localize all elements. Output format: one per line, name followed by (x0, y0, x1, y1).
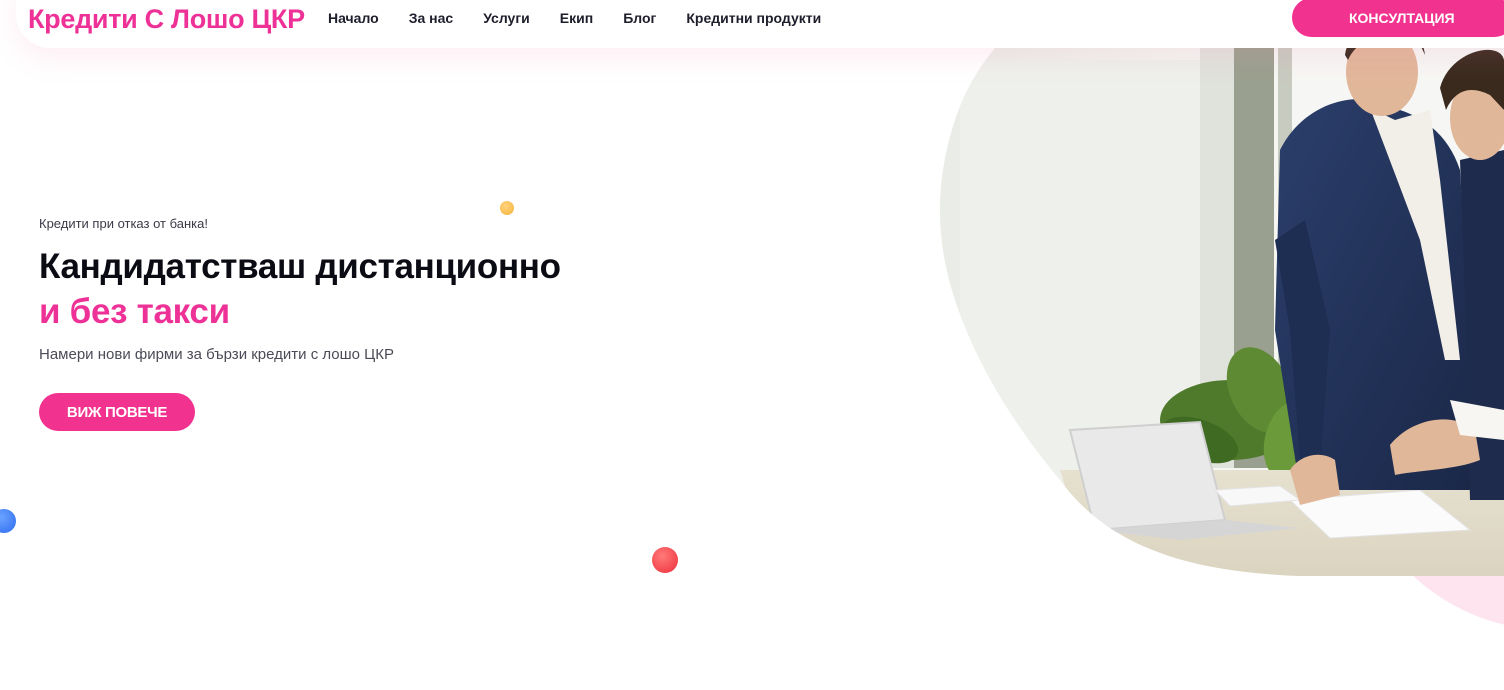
hero-image (940, 48, 1504, 576)
nav-item-blog[interactable]: Блог (623, 10, 656, 26)
nav-item-team[interactable]: Екип (560, 10, 593, 26)
nav-item-credit-products[interactable]: Кредитни продукти (686, 10, 821, 26)
page: Кредити С Лошо ЦКР Начало За нас Услуги … (0, 0, 1504, 690)
main-nav: Начало За нас Услуги Екип Блог Кредитни … (328, 10, 821, 26)
nav-item-home[interactable]: Начало (328, 10, 379, 26)
nav-item-services[interactable]: Услуги (483, 10, 530, 26)
site-logo[interactable]: Кредити С Лошо ЦКР (28, 4, 305, 35)
consultation-button[interactable]: КОНСУЛТАЦИЯ (1292, 0, 1504, 37)
nav-item-about[interactable]: За нас (409, 10, 453, 26)
